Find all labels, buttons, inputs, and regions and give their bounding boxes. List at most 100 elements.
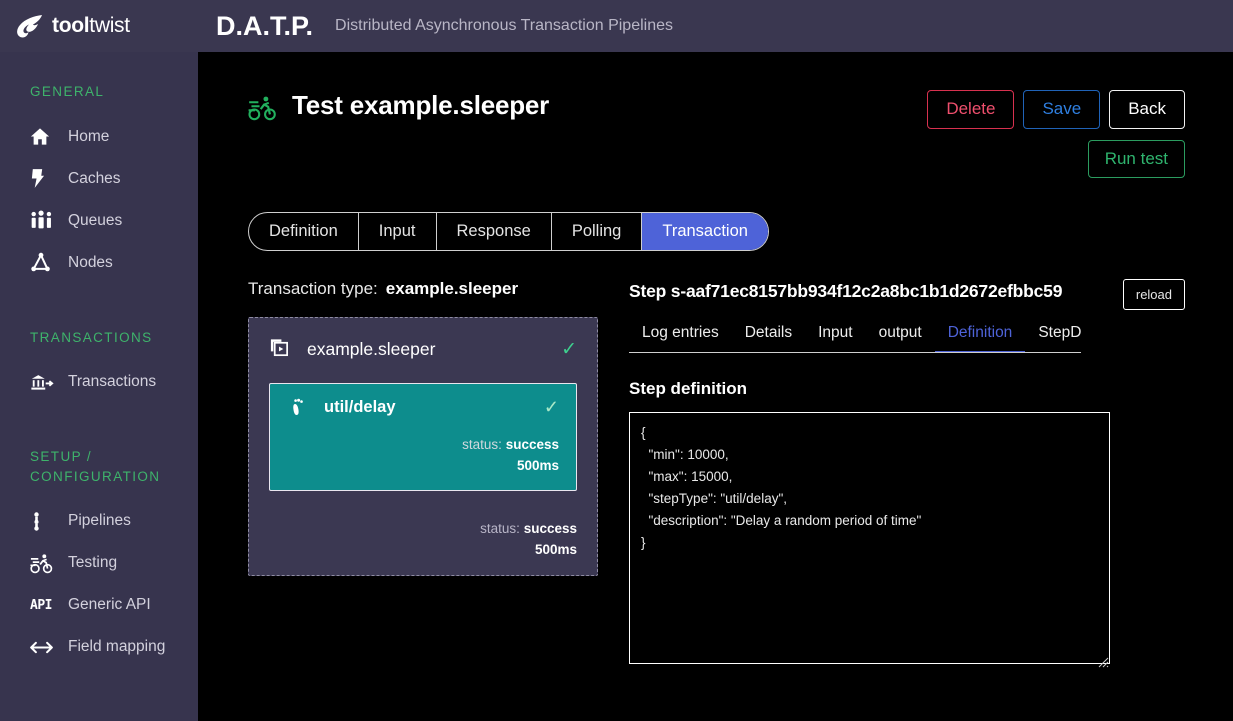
home-icon: [30, 126, 56, 148]
transaction-type-value: example.sleeper: [385, 279, 519, 299]
brand-logo-text: tooltwist: [52, 14, 130, 38]
api-icon: API: [30, 594, 56, 616]
step-definition-wrapper: [629, 399, 1110, 669]
sidebar-item-caches[interactable]: Caches: [0, 158, 198, 200]
sidebar-section-setup-line2: CONFIGURATION: [30, 468, 161, 484]
bank-transfer-icon: [30, 371, 56, 393]
app-root: tooltwist D.A.T.P. Distributed Asynchron…: [0, 0, 1233, 721]
nodes-graph-icon: [30, 252, 56, 274]
sidebar-section-setup-line1: SETUP /: [30, 449, 93, 465]
transaction-column: Transaction type: example.sleeper example…: [248, 279, 598, 669]
step-status-line: status: success: [290, 435, 559, 456]
tab-transaction[interactable]: Transaction: [642, 213, 768, 251]
people-queue-icon: [30, 210, 56, 232]
transaction-card-title: example.sleeper: [307, 338, 436, 359]
delete-button[interactable]: Delete: [927, 90, 1015, 129]
transaction-status-block: status: success 500ms: [269, 519, 577, 561]
step-card-title: util/delay: [324, 397, 396, 416]
sidebar-item-label-home: Home: [68, 127, 110, 145]
tab-response[interactable]: Response: [437, 213, 552, 251]
transaction-card-header: example.sleeper ✓: [269, 332, 577, 366]
transaction-status-label: status:: [480, 520, 520, 536]
step-tab-log-entries[interactable]: Log entries: [629, 318, 732, 352]
back-button[interactable]: Back: [1109, 90, 1185, 129]
api-icon-text: API: [30, 597, 52, 613]
step-tab-stepd[interactable]: StepD: [1025, 318, 1081, 352]
transaction-status-line: status: success: [269, 519, 577, 540]
sidebar-section-setup: SETUP / CONFIGURATION: [0, 447, 198, 486]
brand-logo[interactable]: tooltwist: [0, 13, 198, 39]
step-tab-input[interactable]: Input: [805, 318, 865, 352]
bolt-icon: [30, 168, 56, 190]
success-check-icon: ✓: [561, 338, 577, 360]
step-tab-bar: Log entries Details Input output Definit…: [629, 318, 1081, 354]
brand-logo-bold: tool: [52, 14, 90, 37]
sidebar-item-label-field-mapping: Field mapping: [68, 638, 166, 656]
step-id-heading: Step s-aaf71ec8157bb934f12c2a8bc1b1d2672…: [629, 281, 1063, 302]
step-status-block: status: success 500ms: [290, 435, 559, 477]
step-detail-column: Step s-aaf71ec8157bb934f12c2a8bc1b1d2672…: [598, 279, 1185, 669]
sidebar-item-transactions[interactable]: Transactions: [0, 361, 198, 403]
transaction-type-line: Transaction type: example.sleeper: [248, 279, 598, 299]
footstep-icon: [290, 397, 308, 417]
sidebar-item-pipelines[interactable]: Pipelines: [0, 500, 198, 542]
page-header: Test example.sleeper Delete Save Back Ru…: [248, 90, 1185, 179]
primary-button-row: Delete Save Back: [927, 90, 1185, 129]
run-test-button[interactable]: Run test: [1087, 139, 1185, 179]
sidebar-item-home[interactable]: Home: [0, 116, 198, 158]
sidebar-item-nodes[interactable]: Nodes: [0, 242, 198, 284]
sidebar-item-queues[interactable]: Queues: [0, 200, 198, 242]
sidebar: GENERAL Home Caches Queues Nodes TRANSAC…: [0, 52, 198, 721]
sidebar-item-label-nodes: Nodes: [68, 253, 113, 271]
step-tab-definition[interactable]: Definition: [934, 318, 1026, 353]
save-button[interactable]: Save: [1023, 90, 1101, 129]
step-tab-output[interactable]: output: [866, 318, 935, 352]
layers-copy-icon: [269, 338, 291, 360]
top-header-bar: tooltwist D.A.T.P. Distributed Asynchron…: [0, 0, 1233, 52]
step-status-value: success: [505, 437, 559, 453]
pipeline-icon: [30, 510, 56, 532]
tab-polling[interactable]: Polling: [552, 213, 643, 251]
sidebar-item-generic-api[interactable]: API Generic API: [0, 584, 198, 626]
step-tab-details[interactable]: Details: [732, 318, 805, 352]
step-card[interactable]: util/delay ✓ status: success 500ms: [269, 383, 577, 491]
transaction-card[interactable]: example.sleeper ✓ util/delay ✓ status: s…: [248, 317, 598, 576]
step-definition-textarea[interactable]: [629, 412, 1110, 665]
main-content: Test example.sleeper Delete Save Back Ru…: [198, 52, 1233, 721]
tab-definition[interactable]: Definition: [249, 213, 359, 251]
page-title: Test example.sleeper: [292, 90, 550, 120]
cyclist-icon: [248, 94, 280, 124]
transaction-status-value: success: [523, 520, 577, 536]
step-definition-title: Step definition: [629, 379, 748, 399]
step-duration: 500ms: [516, 458, 559, 474]
sidebar-item-field-mapping[interactable]: Field mapping: [0, 626, 198, 668]
sidebar-item-label-generic-api: Generic API: [68, 596, 151, 614]
step-card-header: util/delay ✓: [290, 397, 559, 417]
sidebar-item-testing[interactable]: Testing: [0, 542, 198, 584]
page-actions: Delete Save Back Run test: [927, 90, 1185, 179]
cyclist-icon: [30, 552, 56, 574]
sidebar-item-label-testing: Testing: [68, 554, 118, 572]
sidebar-item-label-caches: Caches: [68, 169, 121, 187]
brand-subtitle: Distributed Asynchronous Transaction Pip…: [335, 17, 673, 34]
brand-abbreviation: D.A.T.P.: [216, 10, 314, 41]
transaction-type-label: Transaction type:: [248, 279, 378, 299]
sidebar-item-label-queues: Queues: [68, 211, 123, 229]
flame-swoosh-icon: [15, 13, 45, 39]
content-columns: Transaction type: example.sleeper example…: [248, 279, 1185, 669]
step-status-label: status:: [462, 437, 502, 453]
tab-input[interactable]: Input: [359, 213, 437, 251]
sidebar-section-transactions: TRANSACTIONS: [30, 329, 153, 345]
sidebar-item-label-pipelines: Pipelines: [68, 512, 131, 530]
main-tab-bar: Definition Input Response Polling Transa…: [248, 212, 769, 252]
step-detail-header: Step s-aaf71ec8157bb934f12c2a8bc1b1d2672…: [629, 279, 1185, 311]
left-right-arrow-icon: [30, 636, 56, 658]
sidebar-item-label-transactions: Transactions: [68, 373, 157, 391]
sidebar-section-general: GENERAL: [30, 84, 105, 99]
brand-logo-light: twist: [89, 14, 130, 37]
transaction-duration: 500ms: [534, 541, 577, 557]
step-success-check-icon: ✓: [543, 397, 559, 418]
reload-button[interactable]: reload: [1122, 279, 1185, 311]
